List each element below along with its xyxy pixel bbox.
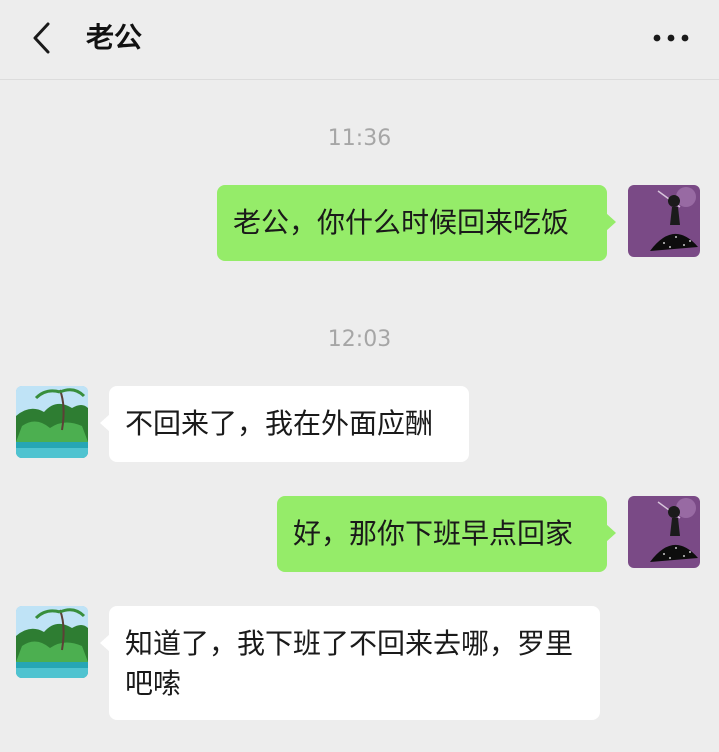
my-avatar[interactable]	[628, 185, 700, 257]
my-avatar[interactable]	[628, 496, 700, 568]
bubble-tail	[606, 213, 616, 231]
contact-avatar[interactable]	[16, 606, 88, 678]
tropical-beach-avatar-icon	[16, 606, 88, 678]
more-options-button[interactable]	[649, 22, 693, 54]
message-text: 不回来了，我在外面应酬	[125, 407, 434, 440]
chat-header: 老公	[0, 0, 719, 80]
bubble-tail	[100, 634, 110, 652]
contact-avatar[interactable]	[16, 386, 88, 458]
message-text: 知道了，我下班了不回来去哪，罗里吧嗦	[125, 627, 574, 700]
more-dots-icon	[653, 34, 689, 42]
bubble-tail	[606, 524, 616, 542]
message-bubble-outgoing[interactable]: 老公，你什么时候回来吃饭	[217, 185, 616, 261]
message-bubble-incoming[interactable]: 不回来了，我在外面应酬	[100, 386, 469, 462]
message-bubble-incoming[interactable]: 知道了，我下班了不回来去哪，罗里吧嗦	[100, 606, 600, 720]
tropical-beach-avatar-icon	[16, 386, 88, 458]
dancer-avatar-icon	[628, 496, 700, 568]
bubble-tail	[100, 414, 110, 432]
timestamp: 12:03	[327, 327, 392, 352]
back-button[interactable]	[22, 18, 62, 58]
chat-title: 老公	[86, 21, 143, 54]
timestamp: 11:36	[327, 126, 392, 151]
dancer-avatar-icon	[628, 185, 700, 257]
chevron-left-icon	[33, 22, 50, 54]
message-bubble-outgoing[interactable]: 好，那你下班早点回家	[277, 496, 616, 572]
message-text: 老公，你什么时候回来吃饭	[233, 206, 570, 239]
message-text: 好，那你下班早点回家	[293, 517, 574, 550]
